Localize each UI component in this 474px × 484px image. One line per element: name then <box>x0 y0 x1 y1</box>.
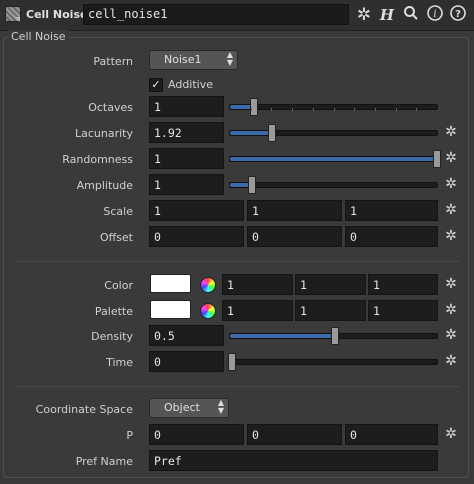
slider-fill <box>230 157 437 161</box>
scale-label: Scale <box>103 205 133 218</box>
dropdown-arrows-icon: ▲ ▼ <box>217 398 224 415</box>
slider-handle[interactable] <box>249 98 258 116</box>
slider-fill <box>230 334 334 338</box>
node-type-label: Cell Noise <box>26 8 88 21</box>
channel-gear-icon[interactable]: ✲ <box>443 176 459 192</box>
node-menu-arrow-icon[interactable] <box>15 17 20 22</box>
p-y-field[interactable]: 0 <box>247 424 342 445</box>
channel-gear-icon[interactable]: ✲ <box>443 426 459 442</box>
channel-gear-icon[interactable]: ✲ <box>443 124 459 140</box>
color-r-field[interactable]: 1 <box>222 274 293 295</box>
coordinate-space-dropdown[interactable]: Object ▲ ▼ <box>149 398 229 418</box>
color-label: Color <box>104 279 133 292</box>
lacunarity-slider[interactable] <box>229 124 438 142</box>
additive-checkbox[interactable]: ✓ <box>149 78 163 92</box>
randomness-field[interactable]: 1 <box>149 148 224 169</box>
channel-gear-icon[interactable]: ✲ <box>443 276 459 292</box>
color-g-field[interactable]: 1 <box>295 274 366 295</box>
slider-tick <box>312 108 314 111</box>
node-name-field[interactable]: cell_noise1 <box>83 4 349 25</box>
octaves-slider[interactable] <box>229 98 438 116</box>
palette-swatch[interactable] <box>150 300 191 319</box>
color-wheel-icon[interactable] <box>200 277 216 293</box>
slider-tick <box>395 108 397 111</box>
slider-tick <box>416 108 418 111</box>
slider-handle[interactable] <box>268 124 277 142</box>
parameter-header: Cell Noise cell_noise1 ✲ H i ? <box>0 0 474 31</box>
offset-y-field[interactable]: 0 <box>247 226 342 247</box>
slider-handle[interactable] <box>433 150 441 168</box>
scale-x-field[interactable]: 1 <box>149 200 244 221</box>
separator <box>14 386 460 387</box>
octaves-label: Octaves <box>88 101 133 114</box>
p-label: P <box>126 429 133 442</box>
additive-label: Additive <box>168 78 213 91</box>
folder-title: Cell Noise <box>8 30 69 43</box>
palette-g-field[interactable]: 1 <box>295 300 366 321</box>
pattern-dropdown[interactable]: Noise1 ▲ ▼ <box>149 50 238 70</box>
p-x-field[interactable]: 0 <box>149 424 244 445</box>
separator <box>14 261 460 262</box>
time-field[interactable]: 0 <box>149 351 224 372</box>
amplitude-label: Amplitude <box>76 179 133 192</box>
offset-label: Offset <box>99 231 133 244</box>
palette-label: Palette <box>94 305 133 318</box>
color-wheel-icon[interactable] <box>200 303 216 319</box>
p-z-field[interactable]: 0 <box>345 424 438 445</box>
time-slider[interactable] <box>228 353 438 371</box>
coordinate-space-value: Object <box>164 401 200 414</box>
slider-tick <box>292 108 294 111</box>
offset-x-field[interactable]: 0 <box>149 226 244 247</box>
color-swatch[interactable] <box>150 274 191 293</box>
pattern-value: Noise1 <box>164 53 202 66</box>
density-label: Density <box>91 330 133 343</box>
gear-icon[interactable]: ✲ <box>354 5 374 25</box>
lacunarity-label: Lacunarity <box>74 127 133 140</box>
info-icon[interactable]: i <box>425 5 445 25</box>
svg-text:?: ? <box>455 9 461 20</box>
channel-gear-icon[interactable]: ✲ <box>443 228 459 244</box>
time-label: Time <box>106 356 133 369</box>
dropdown-arrows-icon: ▲ ▼ <box>226 50 233 67</box>
slider-handle[interactable] <box>247 176 256 194</box>
randomness-slider[interactable] <box>229 150 441 168</box>
offset-z-field[interactable]: 0 <box>345 226 438 247</box>
pref-name-field[interactable]: Pref <box>149 450 438 471</box>
coordinate-space-label: Coordinate Space <box>35 403 133 416</box>
help-icon[interactable]: ? <box>448 5 468 25</box>
channel-gear-icon[interactable]: ✲ <box>443 353 459 369</box>
slider-tick <box>354 108 356 111</box>
slider-handle[interactable] <box>228 353 236 371</box>
amplitude-slider[interactable] <box>229 176 438 194</box>
pattern-label: Pattern <box>93 55 133 68</box>
search-icon[interactable] <box>401 5 421 25</box>
slider-fill <box>230 131 272 135</box>
pref-name-label: Pref Name <box>75 455 133 468</box>
lacunarity-field[interactable]: 1.92 <box>149 122 224 143</box>
slider-handle[interactable] <box>330 327 339 345</box>
channel-gear-icon[interactable]: ✲ <box>443 327 459 343</box>
palette-b-field[interactable]: 1 <box>368 300 438 321</box>
color-b-field[interactable]: 1 <box>368 274 438 295</box>
channel-gear-icon[interactable]: ✲ <box>443 202 459 218</box>
palette-r-field[interactable]: 1 <box>222 300 293 321</box>
channel-gear-icon[interactable]: ✲ <box>443 302 459 318</box>
density-slider[interactable] <box>229 327 438 345</box>
slider-tick <box>250 108 252 111</box>
help-h-icon[interactable]: H <box>377 5 397 25</box>
amplitude-field[interactable]: 1 <box>149 174 224 195</box>
slider-tick <box>374 108 376 111</box>
channel-gear-icon[interactable]: ✲ <box>443 150 459 166</box>
scale-y-field[interactable]: 1 <box>247 200 342 221</box>
density-field[interactable]: 0.5 <box>149 325 224 346</box>
octaves-field[interactable]: 1 <box>149 96 224 117</box>
slider-tick <box>271 108 273 111</box>
scale-z-field[interactable]: 1 <box>345 200 438 221</box>
slider-tick <box>333 108 335 111</box>
randomness-label: Randomness <box>62 153 133 166</box>
svg-text:i: i <box>433 9 436 20</box>
